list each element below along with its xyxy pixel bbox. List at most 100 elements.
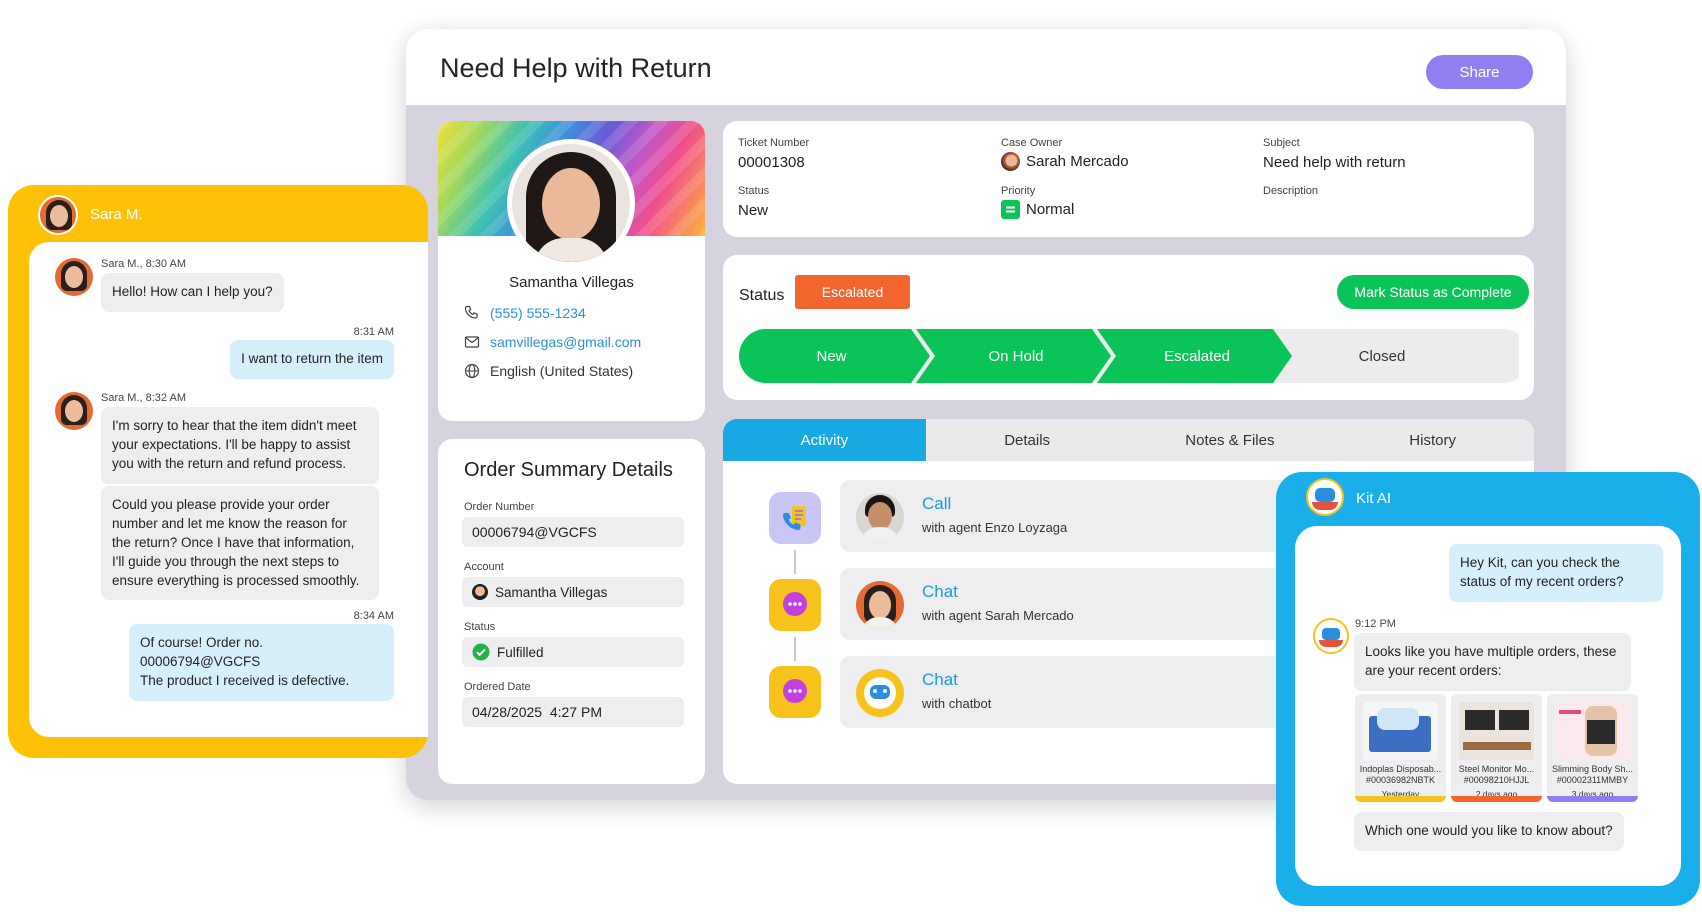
mark-complete-button[interactable]: Mark Status as Complete [1337, 275, 1529, 309]
message-time: 9:12 PM [1355, 618, 1396, 630]
share-button[interactable]: Share [1426, 55, 1533, 89]
tab-details[interactable]: Details [926, 419, 1129, 461]
case-owner-label: Case Owner [1001, 137, 1063, 149]
ticket-status-value: New [738, 202, 769, 219]
agent-avatar [856, 493, 904, 541]
customer-name: Samantha Villegas [509, 274, 634, 291]
activity-subtitle: with agent Sarah Mercado [922, 608, 1074, 623]
subject-value: Need help with return [1263, 154, 1406, 171]
order-status-value: Fulfilled [497, 644, 544, 660]
order-number-field[interactable]: 00006794@VGCFS [462, 517, 684, 547]
product-status-bar [1355, 796, 1446, 802]
product-card[interactable]: Indoplas Disposab... #00036982NBTK Yeste… [1355, 694, 1446, 802]
case-owner-avatar [1001, 152, 1020, 171]
email-link[interactable]: samvillegas@gmail.com [490, 334, 641, 350]
stage-new[interactable]: New [739, 329, 924, 383]
product-name: Indoplas Disposab... [1359, 764, 1442, 774]
chat-activity-icon [769, 666, 821, 718]
message-meta: Sara M., 8:32 AM [101, 392, 186, 404]
kit-ai-logo [1306, 478, 1344, 516]
mail-icon [464, 336, 480, 348]
order-number-value: 00006794@VGCFS [472, 524, 597, 540]
order-status-label: Status [464, 621, 496, 633]
status-label: Status [739, 287, 785, 304]
product-name: Steel Monitor Mo... [1458, 764, 1535, 774]
kit-ai-messages: Hey Kit, can you check the status of my … [1295, 526, 1681, 886]
product-image [1363, 702, 1438, 760]
message-bubble-in: Hello! How can I help you? [101, 273, 284, 312]
priority-text: Normal [1026, 201, 1075, 218]
tab-notes-files[interactable]: Notes & Files [1129, 419, 1332, 461]
stage-escalated[interactable]: Escalated [1107, 329, 1287, 383]
order-summary-card: Order Summary Details Order Number 00006… [438, 439, 705, 784]
message-meta: 8:34 AM [353, 610, 394, 622]
activity-title[interactable]: Chat [922, 582, 958, 602]
product-card[interactable]: Steel Monitor Mo... #00098210HJJL 2 days… [1451, 694, 1542, 802]
activity-title[interactable]: Chat [922, 670, 958, 690]
ticket-number-value: 00001308 [738, 154, 805, 171]
activity-subtitle: with agent Enzo Loyzaga [922, 520, 1068, 535]
account-value: Samantha Villegas [495, 584, 608, 600]
agent-avatar [856, 581, 904, 629]
timeline-connector [794, 550, 796, 574]
message-bubble-in: Which one would you like to know about? [1354, 812, 1624, 851]
priority-value: Normal [1001, 200, 1074, 219]
chat-messages: Sara M., 8:30 AM Hello! How can I help y… [29, 242, 428, 737]
account-label: Account [464, 561, 504, 573]
phone-icon [464, 305, 478, 319]
ordered-date-value: 04/28/2025 4:27 PM [472, 704, 602, 720]
activity-subtitle: with chatbot [922, 696, 992, 711]
chat-header-name: Sara M. [90, 206, 143, 223]
language-row: English (United States) [464, 363, 633, 379]
message-meta: Sara M., 8:30 AM [101, 258, 186, 270]
case-owner-name: Sarah Mercado [1026, 153, 1129, 170]
priority-label: Priority [1001, 185, 1036, 197]
kit-ai-chat-widget: Kit AI Hey Kit, can you check the status… [1276, 472, 1700, 906]
ticket-number-label: Ticket Number [738, 137, 810, 149]
agent-avatar [55, 258, 93, 296]
chatbot-avatar [856, 669, 904, 717]
ticket-header: Need Help with Return Share [406, 29, 1566, 105]
account-avatar [472, 584, 488, 600]
status-badge: Escalated [795, 275, 910, 309]
message-bubble-out: Hey Kit, can you check the status of my … [1449, 544, 1663, 602]
stage-on-hold[interactable]: On Hold [926, 329, 1106, 383]
message-bubble-out: Of course! Order no. 00006794@VGCFS The … [129, 624, 394, 701]
phone-row[interactable]: (555) 555-1234 [464, 305, 586, 321]
message-bubble-in: Looks like you have multiple orders, the… [1354, 633, 1631, 691]
account-field[interactable]: Samantha Villegas [462, 577, 684, 607]
product-card[interactable]: Slimming Body Sh... #00002311MMBY 3 days… [1547, 694, 1638, 802]
ticket-status-label: Status [738, 185, 770, 197]
tab-activity[interactable]: Activity [723, 419, 926, 461]
status-card: Status Escalated Mark Status as Complete… [723, 255, 1534, 400]
ordered-date-field[interactable]: 04/28/2025 4:27 PM [462, 697, 684, 727]
message-bubble-in: Could you please provide your order numb… [101, 486, 379, 601]
product-status-bar [1451, 796, 1542, 802]
subject-label: Subject [1263, 137, 1300, 149]
page-title: Need Help with Return [440, 53, 712, 83]
chat-header-avatar [38, 195, 78, 235]
email-row[interactable]: samvillegas@gmail.com [464, 334, 641, 350]
customer-profile-card: Samantha Villegas (555) 555-1234 samvill… [438, 121, 705, 421]
activity-title[interactable]: Call [922, 494, 951, 514]
kit-ai-avatar [1313, 618, 1349, 654]
customer-chat-widget: Sara M. Sara M., 8:30 AM Hello! How can … [8, 185, 428, 758]
check-circle-icon [472, 643, 490, 661]
order-status-field[interactable]: Fulfilled [462, 637, 684, 667]
product-id: #00098210HJJL [1463, 775, 1530, 785]
phone-link[interactable]: (555) 555-1234 [490, 305, 586, 321]
product-image [1459, 702, 1534, 760]
stage-closed[interactable]: Closed [1287, 329, 1477, 383]
timeline-connector [794, 637, 796, 661]
tab-history[interactable]: History [1331, 419, 1534, 461]
globe-icon [464, 363, 480, 379]
agent-avatar [55, 392, 93, 430]
ticket-info-card: Ticket Number 00001308 Status New Case O… [723, 121, 1534, 237]
order-summary-title: Order Summary Details [464, 459, 673, 481]
product-status-bar [1547, 796, 1638, 802]
description-label: Description [1263, 185, 1319, 197]
kit-ai-name: Kit AI [1356, 490, 1392, 507]
message-meta: 8:31 AM [353, 326, 394, 338]
case-owner-value[interactable]: Sarah Mercado [1001, 152, 1129, 171]
message-bubble-out: I want to return the item [230, 340, 394, 379]
